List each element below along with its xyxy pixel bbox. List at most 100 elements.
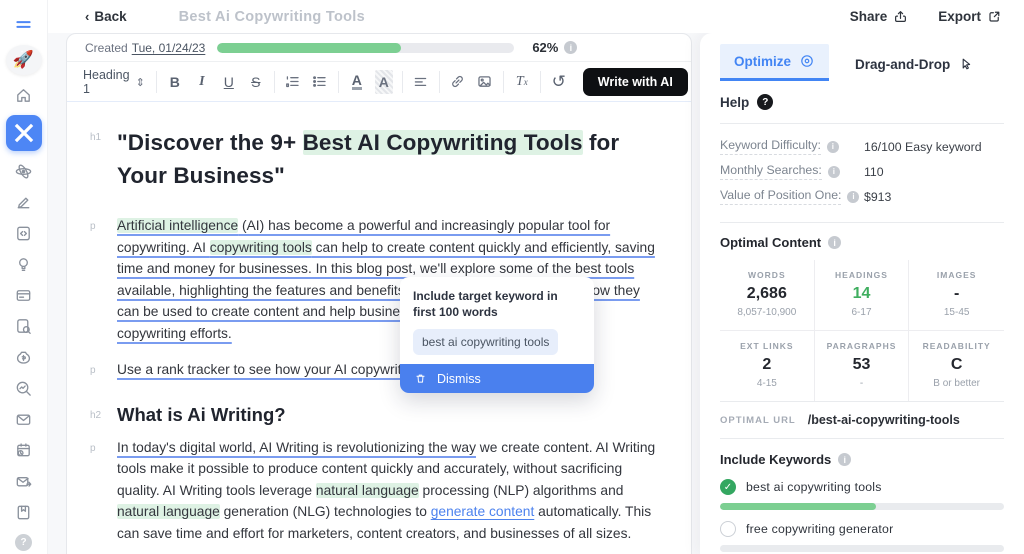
suggestion-keyword-pill[interactable]: best ai copywriting tools — [413, 329, 558, 355]
stat-value: 2 — [724, 356, 810, 374]
highlight-color-button[interactable] — [375, 70, 393, 94]
keyword-metrics: Keyword Difficulty: 16/100 Easy keyword … — [720, 134, 1004, 209]
block-format-select[interactable]: Heading 1 — [81, 68, 147, 96]
bold-button[interactable] — [166, 70, 184, 94]
rocket-logo-icon[interactable]: 🚀 — [6, 45, 42, 75]
inline-link[interactable]: generate content — [431, 504, 535, 519]
sidebar-item-outreach[interactable] — [7, 470, 41, 492]
sidebar-item-keyword-value[interactable] — [7, 346, 41, 368]
metric-row-position-one-value: Value of Position One: $913 — [720, 184, 1004, 209]
dismiss-button[interactable]: Dismiss — [400, 364, 594, 393]
info-icon[interactable] — [838, 453, 851, 466]
metric-value: 110 — [864, 165, 1004, 179]
keyword-label: free copywriting generator — [746, 522, 893, 536]
clear-formatting-button[interactable] — [513, 70, 531, 94]
tab-drag-and-drop[interactable]: Drag-and-Drop — [855, 47, 988, 81]
keyword-checked-icon[interactable] — [720, 479, 736, 495]
stat-paragraphs: PARAGRAPHS 53 - — [815, 331, 910, 401]
menu-icon[interactable] — [7, 14, 41, 36]
info-icon[interactable] — [828, 236, 841, 249]
optimize-target-icon — [799, 53, 815, 69]
stat-readability: READABILITY C B or better — [909, 331, 1004, 401]
sidebar-item-home[interactable] — [7, 84, 41, 106]
dismiss-label: Dismiss — [437, 372, 481, 386]
metric-label: Monthly Searches: — [720, 163, 822, 180]
sidebar-item-writing[interactable] — [7, 191, 41, 213]
stat-images: IMAGES - 15-45 — [909, 260, 1004, 331]
text-color-button[interactable] — [348, 70, 366, 94]
select-arrows-icon — [136, 75, 145, 89]
ordered-list-button[interactable] — [284, 70, 302, 94]
italic-button[interactable] — [193, 70, 211, 94]
sidebar-item-billing-card[interactable] — [7, 284, 41, 306]
sidebar-item-mail[interactable] — [7, 408, 41, 430]
export-button[interactable]: Export — [938, 9, 1002, 24]
info-icon[interactable] — [827, 141, 839, 153]
keyword-highlight: natural language — [316, 483, 419, 498]
write-with-ai-button[interactable]: Write with AI — [583, 68, 688, 96]
share-label: Share — [850, 9, 888, 24]
optimal-url-label: OPTIMAL URL — [720, 415, 796, 426]
toolbar-divider — [402, 71, 403, 93]
sidebar-item-page-audit[interactable] — [7, 315, 41, 337]
suggested-text-underlined: In today's digital world, AI Writing is … — [117, 440, 476, 455]
insert-link-button[interactable] — [449, 70, 467, 94]
document-body[interactable]: h1 "Discover the 9+ Best AI Copywriting … — [67, 102, 691, 554]
document-h1[interactable]: "Discover the 9+ Best AI Copywriting Too… — [117, 126, 663, 192]
editor-card: Created Tue, 01/24/23 62% Heading 1 — [66, 33, 692, 554]
strikethrough-button[interactable] — [247, 70, 265, 94]
metric-row-keyword-difficulty: Keyword Difficulty: 16/100 Easy keyword — [720, 134, 1004, 159]
progress-info-icon[interactable] — [564, 41, 577, 54]
info-icon[interactable] — [847, 191, 859, 203]
export-icon — [987, 9, 1002, 24]
content-score-progressbar — [217, 43, 514, 53]
sidebar-item-meta-content[interactable] — [7, 222, 41, 244]
toolbar-divider — [338, 71, 339, 93]
trash-icon — [414, 372, 427, 385]
keyword-unchecked-icon[interactable] — [720, 521, 736, 537]
sidebar-help-icon[interactable] — [7, 532, 41, 554]
info-icon[interactable] — [828, 166, 840, 178]
content-score-progress-fill — [217, 43, 401, 53]
keyword-highlight: natural language — [117, 504, 220, 519]
paragraph-block: p In today's digital world, AI Writing i… — [87, 437, 663, 545]
chevron-left-icon: ‹ — [85, 9, 89, 24]
metric-label: Keyword Difficulty: — [720, 138, 821, 155]
bullet-list-button[interactable] — [311, 70, 329, 94]
optimal-content-header: Optimal Content — [720, 235, 1004, 250]
created-date-link[interactable]: Tue, 01/24/23 — [132, 41, 206, 55]
sidebar-item-scheduler[interactable] — [7, 439, 41, 461]
metric-value: 16/100 Easy keyword — [864, 140, 1004, 154]
back-button[interactable]: ‹ Back — [85, 9, 127, 24]
workspace: Created Tue, 01/24/23 62% Heading 1 — [48, 33, 1024, 554]
paragraph-3[interactable]: In today's digital world, AI Writing is … — [117, 437, 663, 545]
stat-label: PARAGRAPHS — [819, 341, 905, 351]
document-title: Best Ai Copywriting Tools — [179, 9, 365, 25]
help-question-icon — [757, 94, 773, 110]
keyword-label: best ai copywriting tools — [746, 480, 882, 494]
stat-range: 15-45 — [913, 307, 1000, 318]
panel-help[interactable]: Help — [720, 94, 1004, 110]
sidebar-item-ai-atom[interactable] — [7, 160, 41, 182]
share-button[interactable]: Share — [850, 9, 909, 24]
h1-keyword-highlight: Best AI Copywriting Tools — [303, 130, 583, 155]
sidebar-item-rank-tracking[interactable] — [7, 377, 41, 399]
created-label: Created — [85, 41, 128, 55]
insert-image-button[interactable] — [476, 70, 494, 94]
undo-button[interactable] — [550, 70, 568, 94]
stat-value: C — [913, 356, 1000, 374]
stat-ext-links: EXT LINKS 2 4-15 — [720, 331, 815, 401]
sidebar-item-ideas-lightbulb[interactable] — [7, 253, 41, 275]
sidebar-item-saved-content[interactable] — [7, 501, 41, 523]
document-h2[interactable]: What is Ai Writing? — [117, 404, 663, 426]
app-root: 🚀 — [0, 0, 1024, 554]
tab-optimize[interactable]: Optimize — [720, 44, 829, 81]
topbar-actions: Share Export — [850, 9, 1024, 24]
export-label: Export — [938, 9, 981, 24]
stat-value: 2,686 — [724, 285, 810, 303]
underline-button[interactable] — [220, 70, 238, 94]
stat-range: 4-15 — [724, 378, 810, 389]
align-button[interactable] — [412, 70, 430, 94]
sidebar-item-content-tools-active[interactable] — [6, 115, 42, 151]
metric-value: $913 — [864, 190, 1004, 204]
